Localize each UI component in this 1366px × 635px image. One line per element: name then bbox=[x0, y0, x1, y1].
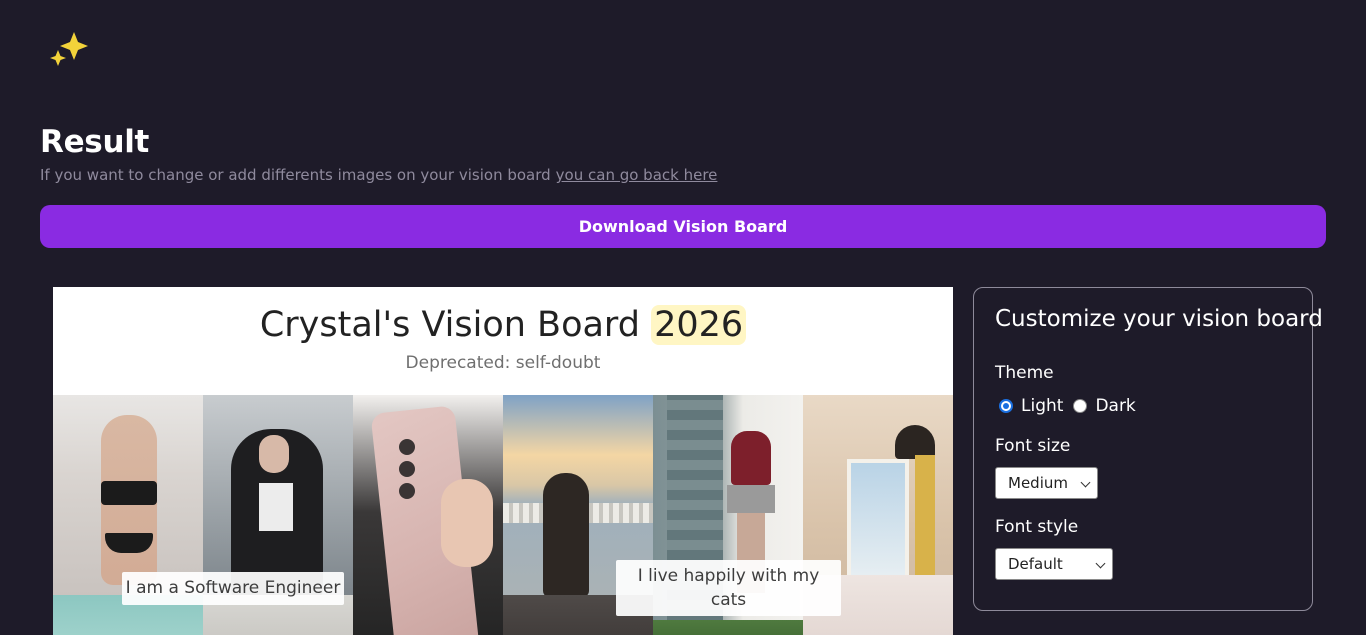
photo-grid: I am a Software Engineer I live happily … bbox=[53, 395, 953, 635]
photo-curtain bbox=[915, 455, 935, 585]
board-subtitle: Deprecated: self-doubt bbox=[405, 353, 601, 373]
font-size-select[interactable]: Medium bbox=[995, 467, 1098, 499]
board-caption: I live happily with my cats bbox=[616, 560, 841, 616]
photo-tile bbox=[353, 395, 503, 635]
photo-camera bbox=[399, 439, 415, 455]
photo-figure-top bbox=[731, 431, 771, 485]
font-style-label: Font style bbox=[995, 517, 1079, 537]
photo-camera bbox=[399, 461, 415, 477]
board-title: Crystal's Vision Board 2026 bbox=[53, 305, 953, 345]
sparkles-logo-icon bbox=[50, 32, 88, 66]
page-subtext: If you want to change or add differents … bbox=[40, 166, 717, 184]
font-style-select[interactable]: Default bbox=[995, 548, 1113, 580]
photo-shirt bbox=[259, 483, 293, 531]
theme-dark-radio[interactable] bbox=[1073, 399, 1088, 413]
chevron-down-icon bbox=[1095, 558, 1106, 569]
subtext-label: If you want to change or add differents … bbox=[40, 166, 551, 184]
photo-figure-skirt bbox=[727, 485, 775, 513]
theme-label: Theme bbox=[995, 363, 1054, 383]
page-title: Result bbox=[40, 124, 150, 160]
customize-panel: Customize your vision board Theme Light … bbox=[973, 287, 1323, 611]
board-title-text: Crystal's Vision Board bbox=[259, 305, 640, 345]
photo-window bbox=[847, 459, 909, 579]
vision-board: Crystal's Vision Board 2026 Deprecated: … bbox=[53, 287, 953, 635]
chevron-down-icon bbox=[1080, 477, 1091, 488]
customize-title: Customize your vision board bbox=[995, 306, 1323, 332]
font-size-value: Medium bbox=[1008, 474, 1068, 492]
photo-tile bbox=[653, 620, 803, 635]
back-link[interactable]: you can go back here bbox=[556, 166, 718, 184]
theme-light-label[interactable]: Light bbox=[1021, 396, 1063, 416]
photo-camera bbox=[399, 483, 415, 499]
photo-top bbox=[101, 481, 157, 505]
font-style-value: Default bbox=[1008, 555, 1063, 573]
theme-light-radio[interactable] bbox=[999, 399, 1013, 413]
theme-options: Light Dark bbox=[999, 396, 1146, 416]
photo-hand bbox=[441, 479, 493, 567]
board-caption: I am a Software Engineer bbox=[122, 572, 344, 605]
photo-figure bbox=[543, 473, 589, 595]
photo-tile bbox=[53, 395, 203, 595]
theme-dark-label[interactable]: Dark bbox=[1095, 396, 1135, 416]
photo-face bbox=[259, 435, 289, 473]
download-button[interactable]: Download Vision Board bbox=[40, 205, 1326, 248]
photo-bottom bbox=[105, 533, 153, 553]
photo-tile bbox=[203, 395, 353, 595]
photo-lamp bbox=[895, 425, 935, 459]
font-size-label: Font size bbox=[995, 436, 1071, 456]
board-year: 2026 bbox=[651, 305, 747, 345]
